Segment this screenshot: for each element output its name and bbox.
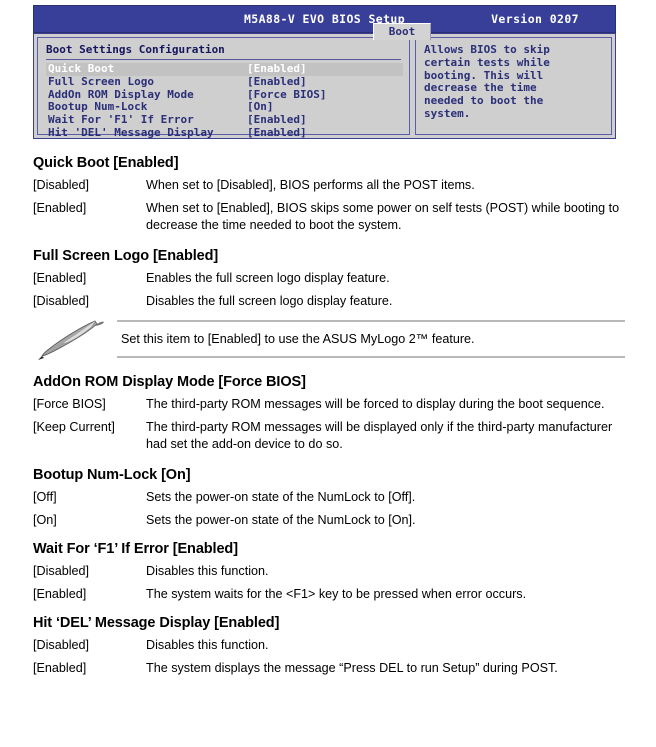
- option-key: [On]: [33, 513, 57, 527]
- option-row: [Force BIOS] The third-party ROM message…: [33, 396, 625, 413]
- option-row: [Disabled] When set to [Disabled], BIOS …: [33, 177, 625, 194]
- note-body: Set this item to [Enabled] to use the AS…: [117, 320, 625, 358]
- bios-screenshot: M5A88-V EVO BIOS Setup Version 0207 Boot…: [33, 5, 616, 139]
- note-text: Set this item to [Enabled] to use the AS…: [121, 332, 475, 346]
- section-heading: Bootup Num-Lock [On]: [33, 467, 191, 483]
- option-description: Disables this function.: [146, 564, 269, 578]
- option-key: [Disabled]: [33, 178, 90, 192]
- bios-row-full-screen-logo[interactable]: Full Screen Logo [Enabled]: [46, 74, 403, 89]
- bios-row-label: Quick Boot: [48, 62, 115, 75]
- option-description: Enables the full screen logo display fea…: [146, 271, 390, 285]
- option-description: Disables the full screen logo display fe…: [146, 294, 393, 308]
- option-description: Sets the power-on state of the NumLock t…: [146, 513, 416, 527]
- bios-settings-panel: Boot Settings Configuration Quick Boot […: [37, 37, 410, 139]
- option-key: [Disabled]: [33, 294, 90, 308]
- option-key: [Keep Current]: [33, 420, 115, 434]
- bios-row-value: [Enabled]: [247, 62, 307, 75]
- bios-row-label: Full Screen Logo: [48, 74, 154, 88]
- bios-body: Boot Settings Configuration Quick Boot […: [33, 33, 616, 139]
- section-heading: Quick Boot [Enabled]: [33, 155, 179, 171]
- section-heading: Wait For ‘F1’ If Error [Enabled]: [33, 541, 238, 557]
- bios-divider: [46, 59, 401, 60]
- option-description: When set to [Disabled], BIOS performs al…: [146, 178, 475, 192]
- option-row: [Off] Sets the power-on state of the Num…: [33, 489, 625, 506]
- option-row: [Keep Current] The third-party ROM messa…: [33, 419, 625, 453]
- option-description: The third-party ROM messages will be dis…: [146, 420, 613, 451]
- option-key: [Off]: [33, 490, 57, 504]
- option-key: [Disabled]: [33, 638, 90, 652]
- option-row: [Enabled] Enables the full screen logo d…: [33, 270, 625, 287]
- document-content: Quick Boot [Enabled] [Disabled] When set…: [33, 155, 625, 691]
- option-description: Disables this function.: [146, 638, 269, 652]
- option-key: [Force BIOS]: [33, 397, 106, 411]
- section-full-screen-logo: Full Screen Logo [Enabled] [Enabled] Ena…: [33, 248, 625, 310]
- option-key: [Disabled]: [33, 564, 90, 578]
- bios-row-value: [Enabled]: [247, 74, 307, 88]
- tab-boot[interactable]: Boot: [373, 23, 431, 40]
- option-row: [Disabled] Disables this function.: [33, 637, 625, 654]
- option-row: [Enabled] The system waits for the <F1> …: [33, 586, 625, 603]
- section-bootup-num-lock: Bootup Num-Lock [On] [Off] Sets the powe…: [33, 467, 625, 529]
- section-wait-for-f1-if-error: Wait For ‘F1’ If Error [Enabled] [Disabl…: [33, 541, 625, 603]
- bios-section-title: Boot Settings Configuration: [46, 43, 225, 56]
- option-description: When set to [Enabled], BIOS skips some p…: [146, 201, 620, 232]
- option-row: [On] Sets the power-on state of the NumL…: [33, 512, 625, 529]
- bios-row-label: Hit 'DEL' Message Display: [48, 125, 214, 139]
- option-row: [Enabled] The system displays the messag…: [33, 660, 625, 677]
- note-box: Set this item to [Enabled] to use the AS…: [33, 318, 625, 360]
- option-description: The system displays the message “Press D…: [146, 661, 558, 675]
- bios-help-panel: Allows BIOS to skip certain tests while …: [415, 37, 612, 135]
- option-key: [Enabled]: [33, 271, 87, 285]
- bios-help-text: Allows BIOS to skip certain tests while …: [424, 43, 550, 120]
- option-row: [Enabled] When set to [Enabled], BIOS sk…: [33, 200, 625, 234]
- option-row: [Disabled] Disables this function.: [33, 563, 625, 580]
- bios-title-bar: M5A88-V EVO BIOS Setup Version 0207: [33, 5, 616, 33]
- section-heading: Full Screen Logo [Enabled]: [33, 248, 219, 264]
- option-description: The third-party ROM messages will be for…: [146, 397, 605, 411]
- bios-version: Version 0207: [491, 12, 579, 26]
- option-description: The system waits for the <F1> key to be …: [146, 587, 527, 601]
- section-heading: AddOn ROM Display Mode [Force BIOS]: [33, 374, 306, 390]
- option-key: [Enabled]: [33, 661, 87, 675]
- section-heading: Hit ‘DEL’ Message Display [Enabled]: [33, 615, 280, 631]
- section-addon-rom-display-mode: AddOn ROM Display Mode [Force BIOS] [For…: [33, 374, 625, 453]
- section-hit-del-message-display: Hit ‘DEL’ Message Display [Enabled] [Dis…: [33, 615, 625, 677]
- option-row: [Disabled] Disables the full screen logo…: [33, 293, 625, 310]
- bios-row-value: [Enabled]: [247, 125, 307, 139]
- option-key: [Enabled]: [33, 587, 87, 601]
- section-quick-boot: Quick Boot [Enabled] [Disabled] When set…: [33, 155, 625, 234]
- bios-row-hit-del-message-display[interactable]: Hit 'DEL' Message Display [Enabled]: [46, 125, 403, 140]
- pencil-icon: [33, 318, 117, 360]
- bios-row-quick-boot[interactable]: Quick Boot [Enabled]: [46, 62, 403, 76]
- option-key: [Enabled]: [33, 201, 87, 215]
- option-description: Sets the power-on state of the NumLock t…: [146, 490, 416, 504]
